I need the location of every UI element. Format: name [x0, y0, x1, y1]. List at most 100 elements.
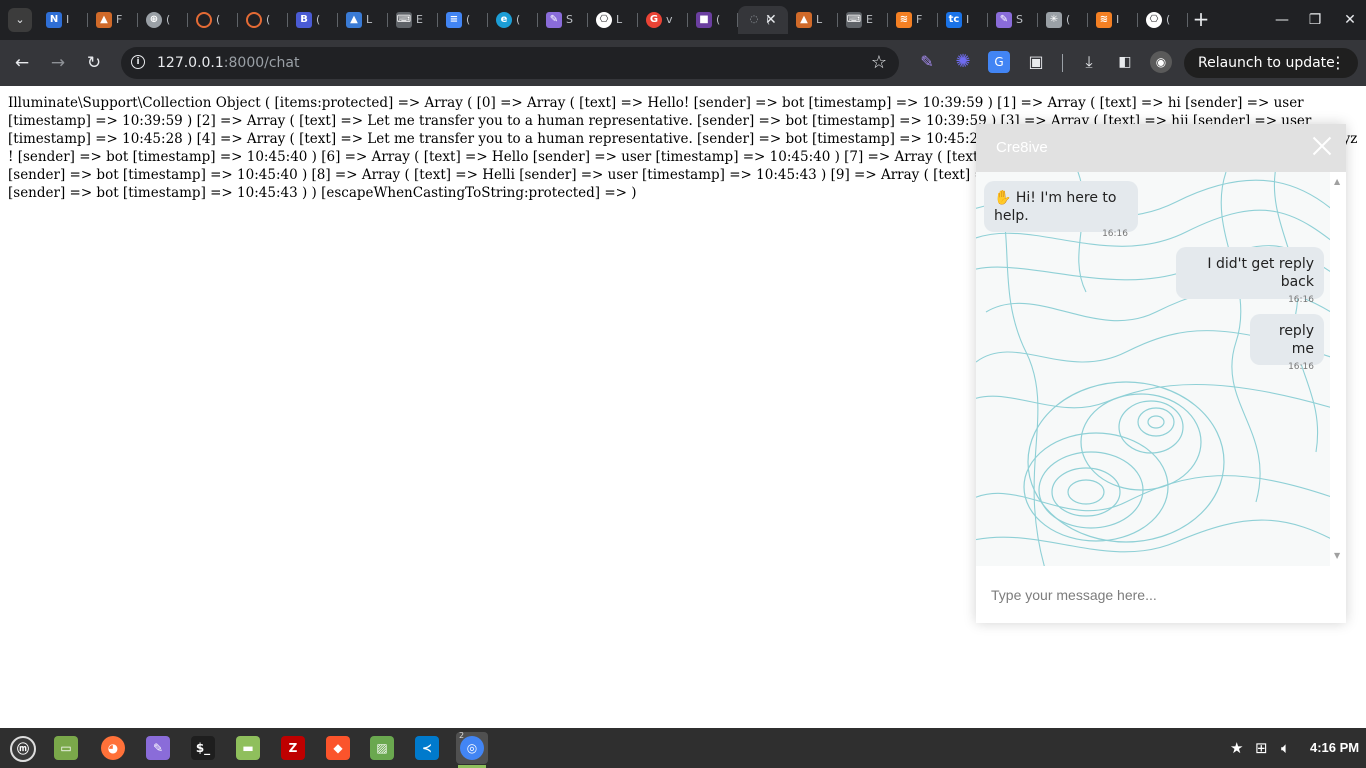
browser-tab[interactable]: B( — [288, 6, 338, 34]
clock[interactable]: 4:16 PM — [1310, 740, 1359, 756]
relaunch-label: Relaunch to update — [1198, 55, 1335, 71]
relaunch-update-button[interactable]: Relaunch to update ⋮ — [1184, 48, 1358, 78]
browser-tab[interactable]: Gv — [638, 6, 688, 34]
side-panel-icon[interactable]: ◧ — [1114, 51, 1136, 73]
browser-tab[interactable]: tc I — [938, 6, 988, 34]
feather-icon: ✎ — [146, 736, 170, 760]
browser-tab[interactable]: ( — [238, 6, 288, 34]
browser-tab[interactable]: ≋ I — [1088, 6, 1138, 34]
bookmark-star-icon[interactable]: ☆ — [871, 52, 887, 74]
star-tray-icon[interactable]: ★ — [1230, 738, 1243, 758]
tab-title: ( — [1166, 13, 1171, 26]
tab-search-button[interactable]: ⌄ — [8, 8, 32, 32]
browser-tab[interactable]: ⎔ L — [588, 6, 638, 34]
loading-ring-icon — [246, 12, 262, 28]
forward-icon[interactable]: → — [46, 51, 70, 75]
url-text[interactable]: 127.0.0.1:8000/chat — [157, 55, 300, 71]
browser-tab[interactable]: ■( — [688, 6, 738, 34]
feather-icon: ✎ — [546, 12, 562, 28]
show-desktop-icon: ▭ — [54, 736, 78, 760]
brave-icon: ◆ — [326, 736, 350, 760]
translate-extension-icon[interactable]: G — [988, 51, 1010, 73]
browser-tab[interactable]: ≡( — [438, 6, 488, 34]
feather-extension-icon[interactable]: ✎ — [916, 51, 938, 73]
matlab-icon: ▲ — [96, 12, 112, 28]
feather-icon: ✎ — [996, 12, 1012, 28]
matlab-icon: ▲ — [796, 12, 812, 28]
browser-tab[interactable]: ✎ S — [988, 6, 1038, 34]
browser-tab[interactable]: ▲ F — [88, 6, 138, 34]
address-bar[interactable]: i 127.0.0.1:8000/chat ☆ — [121, 47, 899, 79]
openai-icon: ⎔ — [1146, 12, 1162, 28]
chat-scrollbar[interactable]: ▲ ▼ — [1330, 172, 1346, 566]
browser-tab[interactable]: ⌨ E — [388, 6, 438, 34]
tab-title: F — [116, 13, 123, 26]
message-time: 16:16 — [1288, 362, 1314, 372]
chat-messages-area: ✋ Hi! I'm here to help. 16:16 I did't get … — [976, 172, 1346, 566]
taskbar-app[interactable]: ≺ — [411, 732, 443, 764]
chat-widget: Cre8ive ✋ Hi! I'm here to help. 16:16 I … — [976, 124, 1346, 623]
tab-title: S — [1016, 13, 1023, 26]
browser-tab[interactable]: ⊕( — [138, 6, 188, 34]
stackoverflow-icon: ≋ — [1096, 12, 1112, 28]
tc-icon: tc — [946, 12, 962, 28]
profile-avatar-icon[interactable]: ◉ — [1150, 51, 1172, 73]
browser-tab[interactable]: ◌(✕ — [738, 6, 788, 34]
maximize-icon[interactable]: ❐ — [1303, 8, 1327, 32]
tab-title: ( — [216, 13, 221, 26]
filezilla-icon: Z — [281, 736, 305, 760]
browser-tab[interactable]: ≋ F — [888, 6, 938, 34]
taskbar-app[interactable]: $_ — [187, 732, 219, 764]
browser-tab[interactable]: ✎ S — [538, 6, 588, 34]
tab-title: ( — [516, 13, 521, 26]
browser-tab[interactable]: ▲ L — [788, 6, 838, 34]
active-tab-icon: ◌ — [749, 14, 759, 25]
scroll-up-icon[interactable]: ▲ — [1334, 178, 1340, 186]
extensions-puzzle-icon[interactable]: ▣ — [1025, 51, 1047, 73]
taskbar-app[interactable]: ▨ — [366, 732, 398, 764]
browser-tab[interactable]: ⌨ E — [838, 6, 888, 34]
tab-title: L — [366, 13, 373, 26]
browser-tab[interactable]: NI — [38, 6, 88, 34]
taskbar-app[interactable]: ◆ — [322, 732, 354, 764]
taskbar-app[interactable]: ◕ — [97, 732, 129, 764]
gear-extension-icon[interactable]: ✺ — [952, 51, 974, 73]
mint-menu-icon: ⓜ — [10, 736, 36, 762]
close-tab-icon[interactable]: ✕ — [765, 10, 777, 30]
minimize-icon[interactable]: — — [1270, 8, 1294, 32]
firefox-icon: ◕ — [101, 736, 125, 760]
browser-tab[interactable]: ⎔( — [1138, 6, 1188, 34]
chat-close-icon[interactable] — [1312, 136, 1332, 156]
back-icon[interactable]: ← — [10, 51, 34, 75]
image-viewer-icon: ▨ — [370, 736, 394, 760]
menu-dots-icon[interactable]: ⋮ — [1330, 48, 1346, 78]
close-window-icon[interactable]: ✕ — [1338, 8, 1362, 32]
taskbar-app[interactable]: Z — [277, 732, 309, 764]
browser-tab[interactable]: e( — [488, 6, 538, 34]
site-info-icon[interactable]: i — [131, 55, 145, 69]
browser-tab[interactable]: ▲ L — [338, 6, 388, 34]
taskbar-app[interactable]: ⓜ — [6, 732, 38, 764]
triangle-logo-icon: ▲ — [346, 12, 362, 28]
tab-title: E — [416, 13, 423, 26]
tab-title: F — [916, 13, 923, 26]
taskbar-app[interactable]: ▬ — [232, 732, 264, 764]
network-icon[interactable]: ⊞ — [1255, 738, 1268, 758]
scroll-down-icon[interactable]: ▼ — [1334, 552, 1340, 560]
volume-icon[interactable]: 🔈︎ — [1281, 738, 1290, 758]
keyboard-icon: ⌨ — [846, 12, 862, 28]
browser-tab[interactable]: ( — [188, 6, 238, 34]
taskbar-app[interactable]: ▭ — [50, 732, 82, 764]
browser-tab[interactable]: ✳( — [1038, 6, 1088, 34]
download-icon[interactable]: ⤓ — [1078, 51, 1100, 73]
chat-message-input[interactable] — [976, 566, 1346, 623]
terminal-icon: $_ — [191, 736, 215, 760]
files-icon: ▬ — [236, 736, 260, 760]
openai-icon: ⎔ — [596, 12, 612, 28]
new-tab-button[interactable]: + — [1190, 8, 1212, 30]
reload-icon[interactable]: ↻ — [82, 51, 106, 75]
taskbar-app[interactable]: ◎ 2 — [456, 731, 488, 768]
taskbar-app[interactable]: ✎ — [142, 732, 174, 764]
tab-title: ( — [716, 13, 721, 26]
tab-title: E — [866, 13, 873, 26]
